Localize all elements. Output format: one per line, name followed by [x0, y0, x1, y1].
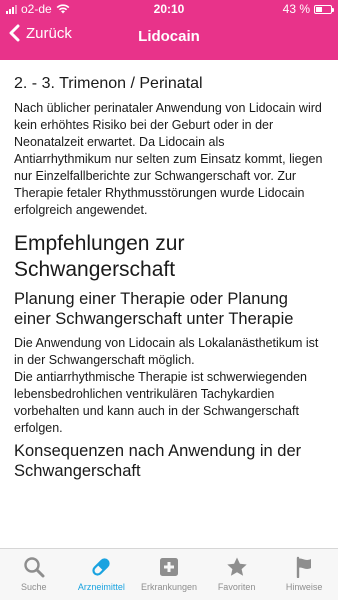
- section-trimenon-title: 2. - 3. Trimenon / Perinatal: [14, 75, 203, 92]
- navigation-bar: Zurück Lidocain: [0, 18, 338, 60]
- tab-label: Arzneimittel: [77, 582, 125, 592]
- tab-arzneimittel[interactable]: Arzneimittel: [68, 549, 136, 600]
- tab-label: Favoriten: [217, 582, 256, 592]
- flag-icon: [296, 556, 312, 578]
- battery-percent: 43 %: [282, 2, 310, 16]
- tab-hinweise[interactable]: Hinweise: [270, 549, 338, 600]
- recommendations-heading: Empfehlungen zur Schwangerschaft: [14, 232, 185, 281]
- section-trimenon-text: Nach üblicher perinataler Anwendung von …: [14, 101, 323, 217]
- tab-favoriten[interactable]: Favoriten: [203, 549, 271, 600]
- medical-cross-icon: [159, 558, 178, 576]
- article-content[interactable]: 2. - 3. Trimenon / Perinatal Nach üblich…: [0, 60, 338, 548]
- consequences-heading: Konsequenzen nach Anwendung in der Schwa…: [14, 442, 302, 480]
- status-right: 43 %: [282, 0, 334, 18]
- planning-text-2: Die antiarrhythmische Therapie ist schwe…: [14, 370, 307, 435]
- search-icon: [24, 557, 45, 578]
- top-bar: o2-de 20:10 43 % Zurück Lidocain: [0, 0, 338, 60]
- status-bar: o2-de 20:10 43 %: [0, 0, 338, 18]
- battery-icon: [314, 4, 334, 14]
- tab-label: Suche: [21, 582, 47, 592]
- planning-text-1: Die Anwendung von Lidocain als Lokalanäs…: [14, 336, 319, 367]
- page-title: Lidocain: [138, 28, 200, 45]
- tab-label: Hinweise: [285, 582, 323, 592]
- star-icon: [226, 557, 247, 576]
- tab-suche[interactable]: Suche: [0, 549, 68, 600]
- tab-label: Erkrankungen: [140, 582, 197, 592]
- pill-icon: [92, 558, 111, 576]
- tab-erkrankungen[interactable]: Erkrankungen: [135, 549, 203, 600]
- planning-heading: Planung einer Therapie oder Planung eine…: [14, 290, 294, 328]
- tab-bar: Suche Arzneimittel Erkrankungen Favorite…: [0, 548, 338, 600]
